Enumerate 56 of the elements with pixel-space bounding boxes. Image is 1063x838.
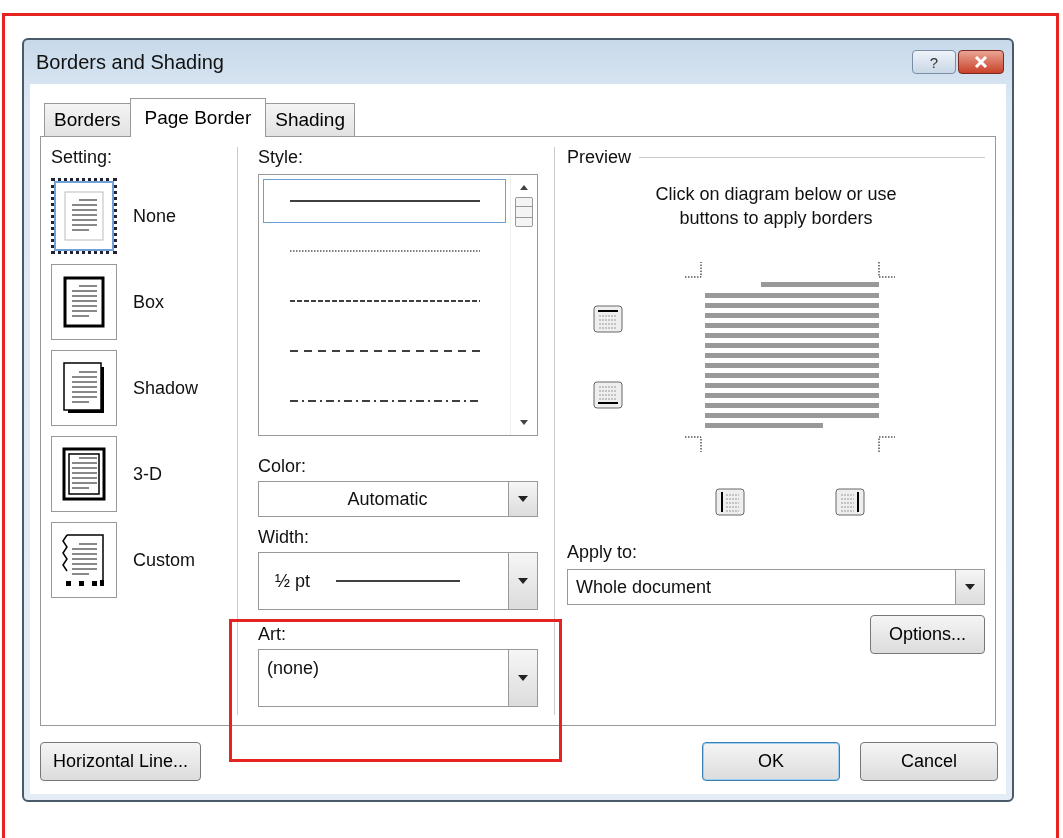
setting-option-label: None — [133, 205, 177, 227]
right-border-button[interactable] — [833, 486, 867, 518]
bottom-border-icon — [593, 381, 623, 409]
color-dropdown[interactable]: Automatic — [258, 481, 538, 517]
dropdown-caret-icon — [517, 577, 529, 585]
close-button[interactable] — [958, 50, 1004, 74]
setting-option-label: Shadow — [133, 377, 199, 399]
line-sample-icon — [336, 580, 461, 582]
setting-option-label: Box — [133, 291, 165, 313]
left-border-icon — [715, 488, 745, 516]
line-style-option[interactable] — [263, 179, 506, 223]
horizontal-line-button[interactable]: Horizontal Line... — [40, 742, 202, 781]
line-sample-icon — [289, 249, 480, 253]
scroll-thumb[interactable] — [515, 197, 533, 227]
scroll-up-icon — [519, 183, 529, 191]
dropdown-caret-icon — [517, 674, 529, 682]
cancel-button[interactable]: Cancel — [860, 742, 998, 781]
line-sample-icon — [289, 399, 480, 403]
line-sample-icon — [289, 299, 480, 303]
width-label: Width: — [258, 527, 310, 548]
setting-option-button[interactable] — [51, 350, 117, 426]
right-border-icon — [835, 488, 865, 516]
window-title: Borders and Shading — [36, 50, 224, 74]
setting-option-button[interactable] — [51, 178, 117, 254]
preview-label: Preview — [567, 147, 632, 168]
art-dropdown[interactable]: (none) — [258, 649, 538, 707]
tab[interactable]: Page Border — [129, 98, 267, 137]
dropdown-caret-icon — [964, 583, 976, 591]
tab[interactable]: Shading — [265, 103, 355, 136]
setting-option-button[interactable] — [51, 264, 117, 340]
preview-hint: Click on diagram below or use buttons to apply borders — [654, 183, 898, 230]
line-sample-icon — [289, 199, 480, 203]
apply-to-label: Apply to: — [567, 542, 639, 563]
top-border-icon — [593, 305, 623, 333]
width-dropdown[interactable]: ½ pt — [258, 552, 538, 610]
options-button[interactable]: Options... — [869, 615, 985, 654]
left-border-button[interactable] — [713, 486, 747, 518]
setting-label: Setting: — [51, 147, 114, 168]
tab[interactable]: Borders — [44, 103, 131, 136]
apply-to-dropdown[interactable]: Whole document — [567, 569, 985, 605]
color-label: Color: — [258, 456, 307, 477]
setting-option-label: Custom — [133, 549, 195, 571]
top-border-button[interactable] — [591, 303, 625, 335]
scroll-down-icon — [519, 419, 529, 427]
help-button[interactable]: ? — [912, 50, 956, 74]
dropdown-caret-icon — [517, 495, 529, 503]
setting-option-label: 3-D — [133, 463, 162, 485]
setting-option-button[interactable] — [51, 522, 117, 598]
page-preview-drawing[interactable] — [685, 262, 895, 452]
line-sample-icon — [289, 349, 480, 353]
art-label: Art: — [258, 624, 287, 645]
ok-button[interactable]: OK — [702, 742, 840, 781]
bottom-border-button[interactable] — [591, 379, 625, 411]
close-icon — [974, 56, 988, 68]
style-label: Style: — [258, 147, 305, 168]
setting-option-button[interactable] — [51, 436, 117, 512]
